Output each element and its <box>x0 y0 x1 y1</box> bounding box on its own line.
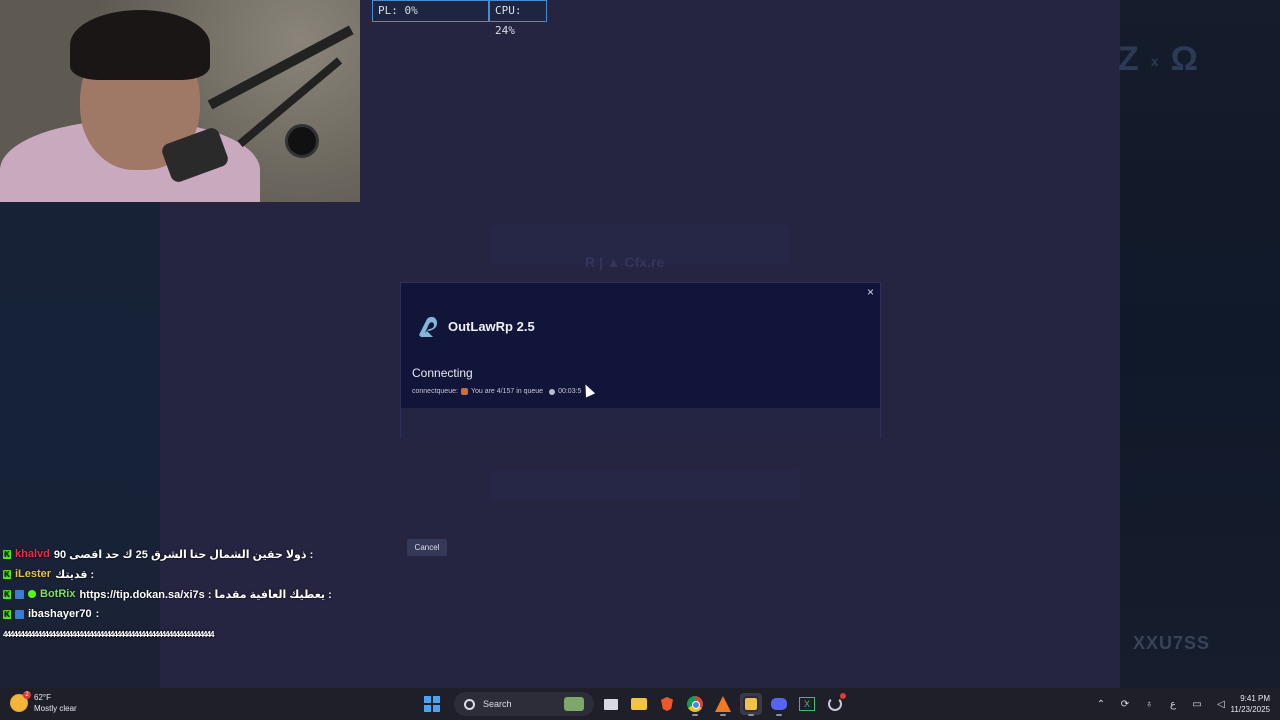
connecting-dialog: × OutLawRp 2.5 Connecting connectqueue: … <box>400 282 881 556</box>
chat-message: K ibashayer70 : <box>3 604 333 624</box>
clock-time: 9:41 PM <box>1240 694 1270 703</box>
kick-badge-icon: K <box>3 569 11 579</box>
clock-date: 11/23/2025 <box>1230 705 1270 714</box>
cancel-button[interactable]: Cancel <box>407 539 447 556</box>
weather-description: Mostly clear <box>34 704 77 713</box>
search-box[interactable]: Search <box>454 692 594 716</box>
network-icon[interactable]: ▭ <box>1190 699 1204 710</box>
weather-temperature: 62°F <box>34 693 51 702</box>
kick-badge-icon: K <box>3 549 11 559</box>
weather-widget[interactable]: 2 62°F Mostly clear <box>10 691 77 714</box>
search-icon <box>464 698 475 710</box>
dialog-body: × OutLawRp 2.5 Connecting connectqueue: … <box>401 283 880 408</box>
chat-text: : ذولا حقين الشمال حنا الشرق 25 ك حد اقص… <box>53 548 314 561</box>
app-icon[interactable] <box>712 693 734 716</box>
chat-text: : <box>95 608 100 620</box>
microphone-icon[interactable]: ♁ <box>1142 699 1156 710</box>
verified-badge-icon <box>28 590 36 598</box>
chat-message: K iLester : قديتك <box>3 564 333 584</box>
connection-status: Connecting <box>412 366 473 380</box>
background-faded-bar-2 <box>490 470 800 500</box>
background-right-panel <box>1120 0 1280 688</box>
weather-icon: 2 <box>10 691 31 712</box>
queue-position: You are 4/157 in queue <box>470 388 544 395</box>
start-icon[interactable] <box>424 696 440 712</box>
chat-username: khalvd <box>15 548 50 560</box>
app-icon-2[interactable] <box>740 693 762 716</box>
chat-overlay: K khalvd : ذولا حقين الشمال حنا الشرق 25… <box>3 544 333 644</box>
dialog-footer: Cancel <box>401 408 880 556</box>
brave-icon[interactable] <box>656 693 678 715</box>
loading-icon[interactable] <box>824 693 846 715</box>
queue-prefix: connectqueue: <box>412 388 458 395</box>
search-placeholder: Search <box>483 699 512 709</box>
webcam-overlay <box>0 0 360 202</box>
system-tray: ⌃ ⟳ ♁ ع ▭ ◁ <box>1094 688 1228 720</box>
chat-text: 4444444444444444444444444444444444444444… <box>3 629 214 639</box>
clock-icon <box>549 388 556 395</box>
chevron-up-icon[interactable]: ⌃ <box>1094 699 1108 710</box>
taskbar-apps: Search X <box>424 691 846 717</box>
chat-text: : يعطيك العافية مقدما : https://tip.doka… <box>79 588 332 601</box>
excel-icon[interactable]: X <box>796 693 818 715</box>
keyboard-language[interactable]: ع <box>1166 699 1180 710</box>
sync-icon[interactable]: ⟳ <box>1118 699 1132 710</box>
partner-logo: ZxΩ <box>1118 40 1202 78</box>
queue-icon <box>460 388 468 395</box>
background-faded-text: R | ▲ Cfx.re <box>585 254 665 270</box>
chat-message: K BotRix : يعطيك العافية مقدما : https:/… <box>3 584 333 604</box>
chat-username: BotRix <box>40 588 76 600</box>
close-icon[interactable]: × <box>867 285 879 299</box>
chat-message: K khalvd : ذولا حقين الشمال حنا الشرق 25… <box>3 544 333 564</box>
kick-badge-icon: K <box>3 589 11 599</box>
kick-badge-icon: K <box>3 609 11 619</box>
chat-text: : قديتك <box>55 568 95 581</box>
bot-badge-icon <box>15 589 24 599</box>
discord-icon[interactable] <box>768 693 790 716</box>
system-clock[interactable]: 9:41 PM 11/23/2025 <box>1224 693 1270 715</box>
packet-loss-stat: PL: 0% <box>372 0 489 22</box>
queue-info: connectqueue: You are 4/157 in queue 00:… <box>412 388 581 395</box>
chrome-icon[interactable] <box>684 693 706 716</box>
weather-badge: 2 <box>23 691 31 699</box>
file-explorer-icon[interactable] <box>628 693 650 715</box>
chat-username: ibashayer70 <box>28 608 92 620</box>
server-title: OutLawRp 2.5 <box>448 319 535 334</box>
stream-watermark: XXU7SS <box>1133 633 1211 653</box>
queue-time: 00:03:5 <box>558 388 582 395</box>
search-highlight-icon <box>564 697 584 711</box>
chat-username: iLester <box>15 568 52 580</box>
chat-message-continuation: 4444444444444444444444444444444444444444… <box>3 624 333 644</box>
taskbar: 2 62°F Mostly clear Search X ⌃ ⟳ ♁ ع ▭ ◁… <box>0 688 1280 720</box>
server-logo-icon <box>419 316 437 337</box>
task-view-icon[interactable] <box>600 693 622 715</box>
cpu-stat: CPU: 24% <box>489 0 547 37</box>
subscriber-badge-icon <box>15 609 24 619</box>
performance-stats: PL: 0% CPU: 24% <box>360 0 547 37</box>
